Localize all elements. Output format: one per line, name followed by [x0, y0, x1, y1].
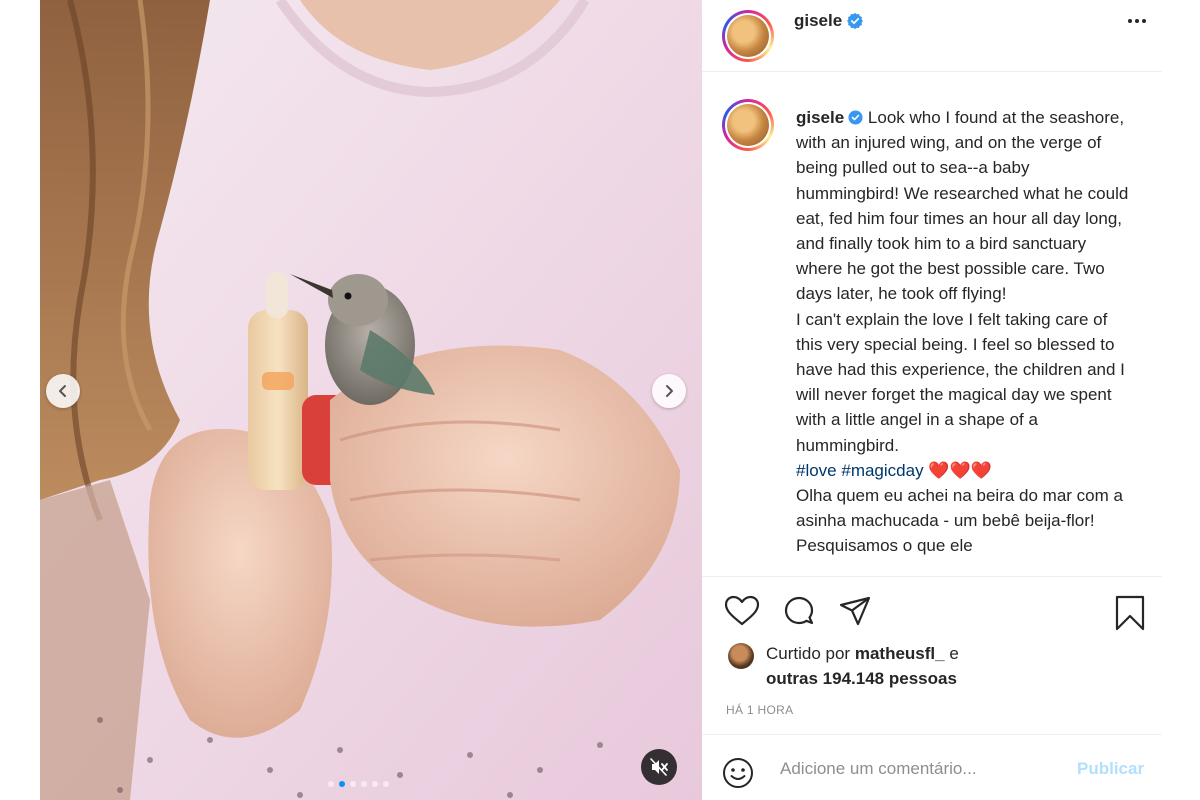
emoji-button[interactable]: [722, 757, 754, 794]
author-avatar[interactable]: [722, 10, 774, 62]
carousel-dot: [383, 781, 389, 787]
carousel-dot: [361, 781, 367, 787]
liked-by-connector: e: [944, 644, 959, 663]
heart-emojis: ❤️❤️❤️: [928, 460, 992, 480]
comment-icon: [784, 596, 814, 625]
verified-badge-icon: [848, 110, 863, 125]
paper-plane-icon: [839, 596, 871, 626]
mute-toggle-button[interactable]: [641, 749, 677, 785]
carousel-indicator: [328, 781, 389, 787]
liker-username[interactable]: matheusfl_: [855, 644, 945, 663]
verified-badge-icon: [847, 13, 864, 29]
caption-english: Look who I found at the seashore, with a…: [796, 108, 1129, 455]
post-header: gisele: [702, 0, 1162, 72]
save-button[interactable]: [1114, 595, 1146, 636]
heart-icon: [724, 595, 760, 626]
speaker-muted-icon: [650, 758, 668, 776]
share-button[interactable]: [838, 595, 872, 634]
caption-username[interactable]: gisele: [796, 108, 844, 127]
next-slide-button[interactable]: [652, 374, 686, 408]
caption-portuguese: Olha quem eu achei na beira do mar com a…: [796, 486, 1123, 556]
chevron-left-icon: [59, 385, 66, 397]
carousel-dot: [350, 781, 356, 787]
post-photo: [40, 0, 702, 800]
like-button[interactable]: [724, 595, 760, 632]
carousel-dot: [339, 781, 345, 787]
post-actions: Curtido por matheusfl_ e outras 194.148 p…: [702, 576, 1162, 734]
username-text[interactable]: gisele: [794, 11, 842, 31]
author-username[interactable]: gisele: [794, 11, 864, 31]
carousel-dot: [372, 781, 378, 787]
comment-form: Publicar: [702, 734, 1162, 800]
liked-by: Curtido por matheusfl_ e outras 194.148 p…: [728, 641, 1006, 691]
likes-count[interactable]: outras 194.148 pessoas: [766, 669, 957, 688]
carousel-dot: [328, 781, 334, 787]
previous-slide-button[interactable]: [46, 374, 80, 408]
more-horizontal-icon: [1128, 19, 1146, 23]
post-side-panel: gisele gisele Look who I found at the se…: [702, 0, 1162, 800]
post-media[interactable]: [40, 0, 702, 800]
caption-scroll-area[interactable]: gisele Look who I found at the seashore,…: [702, 73, 1162, 576]
more-options-button[interactable]: [1126, 10, 1148, 37]
smiley-icon: [723, 758, 753, 788]
caption-hashtags[interactable]: #love #magicday: [796, 461, 924, 480]
caption-author-avatar[interactable]: [722, 99, 774, 151]
comment-input[interactable]: [780, 755, 1060, 783]
post-timestamp[interactable]: HÁ 1 HORA: [726, 703, 793, 717]
publish-button[interactable]: Publicar: [1077, 759, 1144, 779]
chevron-right-icon: [666, 385, 673, 397]
liked-by-prefix: Curtido por: [766, 644, 851, 663]
comment-button[interactable]: [782, 595, 816, 634]
bookmark-icon: [1115, 595, 1145, 631]
liker-avatar[interactable]: [728, 643, 754, 669]
caption-text: gisele Look who I found at the seashore,…: [796, 105, 1136, 559]
liked-by-text: Curtido por matheusfl_ e outras 194.148 p…: [766, 641, 1006, 691]
